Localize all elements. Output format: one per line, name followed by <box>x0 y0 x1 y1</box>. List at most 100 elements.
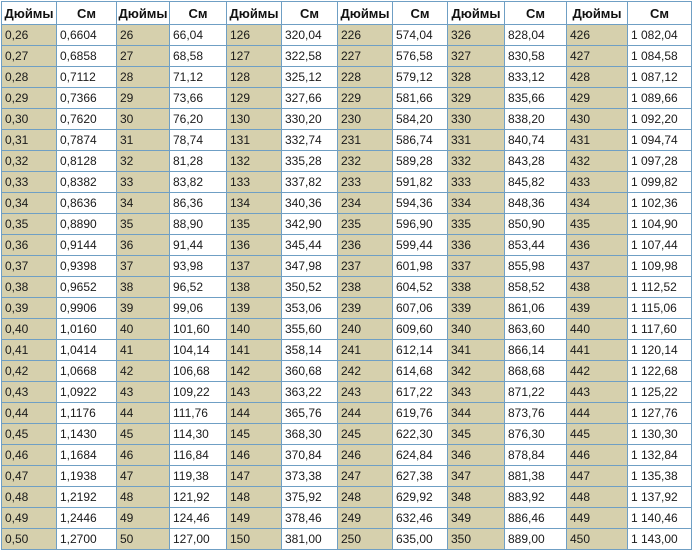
cm-cell: 0,8890 <box>56 213 117 235</box>
cm-cell: 320,04 <box>281 24 338 46</box>
cm-cell: 353,06 <box>281 297 338 319</box>
inches-cell: 337 <box>447 255 505 277</box>
cm-cell: 850,90 <box>504 213 567 235</box>
inches-cell: 0,44 <box>1 402 57 424</box>
table-body: 0,26 0,6604 26 66,04 126 320,04 226 574,04 326 82… <box>1 24 692 550</box>
inches-cell: 345 <box>447 423 505 445</box>
cm-cell: 325,12 <box>281 66 338 88</box>
cm-cell: 1 135,38 <box>627 465 692 487</box>
cm-cell: 81,28 <box>169 150 227 172</box>
inches-cell: 445 <box>566 423 628 445</box>
cm-cell: 91,44 <box>169 234 227 256</box>
cm-cell: 883,92 <box>504 486 567 508</box>
inches-cell: 340 <box>447 318 505 340</box>
inches-cell: 435 <box>566 213 628 235</box>
inches-cell: 30 <box>116 108 170 130</box>
inches-cell: 327 <box>447 45 505 67</box>
inches-cell: 134 <box>226 192 282 214</box>
header-cm: См <box>281 1 338 25</box>
inches-cell: 347 <box>447 465 505 487</box>
cm-cell: 1,2446 <box>56 507 117 529</box>
inches-cell: 342 <box>447 360 505 382</box>
cm-cell: 878,84 <box>504 444 567 466</box>
inches-cell: 0,43 <box>1 381 57 403</box>
inches-cell: 0,38 <box>1 276 57 298</box>
inches-cell: 0,34 <box>1 192 57 214</box>
inches-cell: 237 <box>337 255 393 277</box>
cm-cell: 0,6858 <box>56 45 117 67</box>
inches-cell: 0,41 <box>1 339 57 361</box>
cm-cell: 1 127,76 <box>627 402 692 424</box>
cm-cell: 340,36 <box>281 192 338 214</box>
inches-cell: 0,45 <box>1 423 57 445</box>
cm-cell: 1,0922 <box>56 381 117 403</box>
table-row: 0,27 0,6858 27 68,58 127 322,58 227 576,58 327 83… <box>1 45 692 67</box>
inches-cell: 38 <box>116 276 170 298</box>
cm-cell: 106,68 <box>169 360 227 382</box>
cm-cell: 101,60 <box>169 318 227 340</box>
cm-cell: 0,9144 <box>56 234 117 256</box>
cm-cell: 1 107,44 <box>627 234 692 256</box>
inches-cell: 27 <box>116 45 170 67</box>
cm-cell: 576,58 <box>392 45 448 67</box>
cm-cell: 599,44 <box>392 234 448 256</box>
cm-cell: 378,46 <box>281 507 338 529</box>
inches-cell: 141 <box>226 339 282 361</box>
cm-cell: 350,52 <box>281 276 338 298</box>
cm-cell: 871,22 <box>504 381 567 403</box>
inches-cell: 46 <box>116 444 170 466</box>
table-row: 0,42 1,0668 42 106,68 142 360,68 242 614,68 342 8… <box>1 360 692 382</box>
inches-cell: 39 <box>116 297 170 319</box>
cm-cell: 1 099,82 <box>627 171 692 193</box>
cm-cell: 0,9398 <box>56 255 117 277</box>
inches-cell: 332 <box>447 150 505 172</box>
table-row: 0,26 0,6604 26 66,04 126 320,04 226 574,04 326 82… <box>1 24 692 46</box>
cm-cell: 624,84 <box>392 444 448 466</box>
table-row: 0,36 0,9144 36 91,44 136 345,44 236 599,44 336 85… <box>1 234 692 256</box>
cm-cell: 833,12 <box>504 66 567 88</box>
cm-cell: 876,30 <box>504 423 567 445</box>
cm-cell: 863,60 <box>504 318 567 340</box>
inches-cell: 32 <box>116 150 170 172</box>
inches-cell: 250 <box>337 528 393 550</box>
table-row: 0,29 0,7366 29 73,66 129 327,66 229 581,66 329 83… <box>1 87 692 109</box>
inches-cell: 427 <box>566 45 628 67</box>
inches-cell: 0,33 <box>1 171 57 193</box>
inches-cell: 40 <box>116 318 170 340</box>
cm-cell: 1 109,98 <box>627 255 692 277</box>
table-row: 0,32 0,8128 32 81,28 132 335,28 232 589,28 332 84… <box>1 150 692 172</box>
inches-cell: 43 <box>116 381 170 403</box>
inches-cell: 244 <box>337 402 393 424</box>
header-inches: Дюймы <box>447 1 505 25</box>
inches-cell: 439 <box>566 297 628 319</box>
inches-cell: 441 <box>566 339 628 361</box>
cm-cell: 355,60 <box>281 318 338 340</box>
inches-cell: 247 <box>337 465 393 487</box>
cm-cell: 886,46 <box>504 507 567 529</box>
inches-cell: 29 <box>116 87 170 109</box>
inches-cell: 331 <box>447 129 505 151</box>
cm-cell: 342,90 <box>281 213 338 235</box>
cm-cell: 858,52 <box>504 276 567 298</box>
cm-cell: 0,8128 <box>56 150 117 172</box>
cm-cell: 1 117,60 <box>627 318 692 340</box>
cm-cell: 1,1430 <box>56 423 117 445</box>
inches-cell: 346 <box>447 444 505 466</box>
cm-cell: 381,00 <box>281 528 338 550</box>
cm-cell: 86,36 <box>169 192 227 214</box>
inches-cell: 0,30 <box>1 108 57 130</box>
header-inches: Дюймы <box>1 1 57 25</box>
cm-cell: 99,06 <box>169 297 227 319</box>
cm-cell: 601,98 <box>392 255 448 277</box>
inches-cell: 431 <box>566 129 628 151</box>
table-row: 0,40 1,0160 40 101,60 140 355,60 240 609,60 340 8… <box>1 318 692 340</box>
cm-cell: 632,46 <box>392 507 448 529</box>
cm-cell: 1 122,68 <box>627 360 692 382</box>
inches-cell: 444 <box>566 402 628 424</box>
inches-cell: 430 <box>566 108 628 130</box>
inches-cell: 0,32 <box>1 150 57 172</box>
cm-cell: 1,1938 <box>56 465 117 487</box>
inches-cell: 328 <box>447 66 505 88</box>
cm-cell: 622,30 <box>392 423 448 445</box>
cm-cell: 614,68 <box>392 360 448 382</box>
